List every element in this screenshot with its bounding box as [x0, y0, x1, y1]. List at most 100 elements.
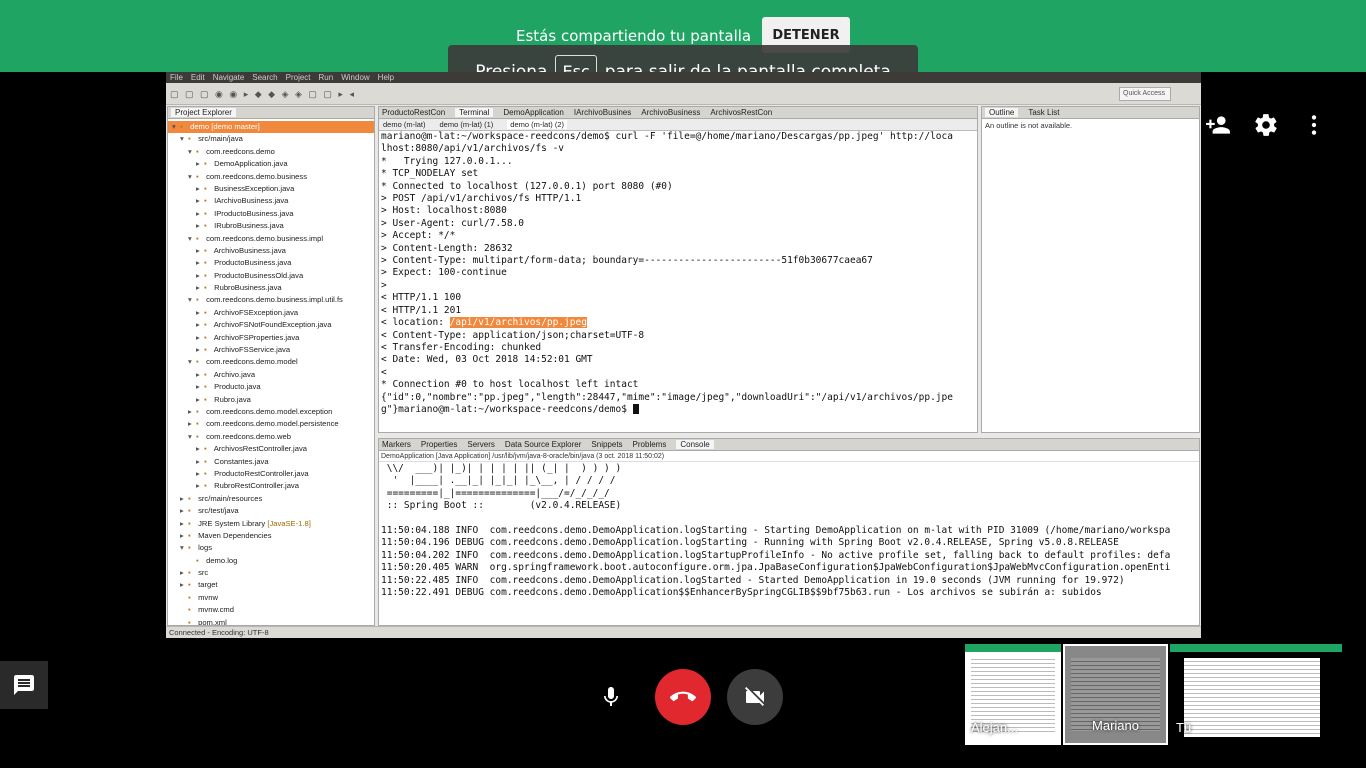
tree-item[interactable]: ▸ ▪ BusinessException.java: [168, 183, 374, 195]
tree-item[interactable]: ▸ ▪ Maven Dependencies: [168, 530, 374, 542]
expand-toggle-icon[interactable]: ▸: [196, 369, 204, 381]
tree-item[interactable]: ▪ mvnw: [168, 592, 374, 604]
expand-toggle-icon[interactable]: ▸: [196, 394, 204, 406]
expand-toggle-icon[interactable]: ▾: [188, 233, 196, 245]
expand-toggle-icon[interactable]: ▸: [196, 443, 204, 455]
tree-item[interactable]: ▸ ▪ ProductoRestController.java: [168, 468, 374, 480]
participant-tile-you[interactable]: Tú: [1170, 644, 1342, 745]
tree-item[interactable]: ▸ ▪ src/main/resources: [168, 493, 374, 505]
expand-toggle-icon[interactable]: ▸: [196, 220, 204, 232]
tree-item[interactable]: ▾ ▪ com.reedcons.demo.business: [168, 171, 374, 183]
expand-toggle-icon[interactable]: ▸: [180, 530, 188, 542]
tree-item[interactable]: ▸ ▪ src/test/java: [168, 505, 374, 517]
more-options-icon[interactable]: [1301, 112, 1327, 138]
tree-item[interactable]: ▾ ▪ com.reedcons.demo: [168, 146, 374, 158]
expand-toggle-icon[interactable]: ▾: [188, 356, 196, 368]
editor-tab[interactable]: IArchivoBusines: [574, 108, 631, 117]
tree-item[interactable]: ▸ ▪ ArchivoFSProperties.java: [168, 332, 374, 344]
add-person-icon[interactable]: [1205, 112, 1231, 138]
editor-tab[interactable]: ProductoRestCon: [382, 108, 445, 117]
end-call-button[interactable]: [655, 669, 711, 725]
menu-item[interactable]: Help: [378, 73, 394, 82]
console-tab[interactable]: Properties: [421, 440, 457, 449]
console-tab[interactable]: Data Source Explorer: [505, 440, 581, 449]
console-tab[interactable]: Problems: [633, 440, 667, 449]
tree-item[interactable]: ▸ ▪ Producto.java: [168, 381, 374, 393]
chat-button[interactable]: [0, 661, 48, 709]
terminal-tab[interactable]: demo (m-lat) (2): [507, 120, 568, 129]
menu-item[interactable]: Search: [252, 73, 277, 82]
console-tab[interactable]: Markers: [382, 440, 411, 449]
settings-gear-icon[interactable]: [1253, 112, 1279, 138]
terminal-tab[interactable]: demo (m-lat) (1): [440, 120, 494, 129]
tree-item[interactable]: ▾ ▪ logs: [168, 542, 374, 554]
expand-toggle-icon[interactable]: ▸: [180, 579, 188, 591]
expand-toggle-icon[interactable]: ▸: [196, 270, 204, 282]
tree-item[interactable]: ▸ ▪ com.reedcons.demo.model.persistence: [168, 418, 374, 430]
participant-tile-mariano[interactable]: Mariano: [1063, 644, 1168, 745]
tree-item[interactable]: ▸ ▪ ArchivosRestController.java: [168, 443, 374, 455]
camera-button[interactable]: [727, 669, 783, 725]
tree-item[interactable]: ▾ ▪ src/main/java: [168, 133, 374, 145]
editor-tab[interactable]: DemoApplication: [503, 108, 563, 117]
expand-toggle-icon[interactable]: ▸: [180, 505, 188, 517]
expand-toggle-icon[interactable]: ▾: [188, 294, 196, 306]
tree-item[interactable]: ▸ ▪ DemoApplication.java: [168, 158, 374, 170]
tree-item[interactable]: ▸ ▪ IProductoBusiness.java: [168, 208, 374, 220]
tree-item[interactable]: ▸ ▪ target: [168, 579, 374, 591]
tree-item[interactable]: ▸ ▪ ArchivoFSNotFoundException.java: [168, 319, 374, 331]
expand-toggle-icon[interactable]: ▸: [196, 245, 204, 257]
tree-item[interactable]: ▸ ▪ src: [168, 567, 374, 579]
console-tab[interactable]: Console: [676, 440, 714, 449]
expand-toggle-icon[interactable]: ▾: [188, 146, 196, 158]
editor-tab[interactable]: ArchivoBusiness: [641, 108, 700, 117]
tree-item[interactable]: ▸ ▪ ProductoBusinessOld.java: [168, 270, 374, 282]
expand-toggle-icon[interactable]: ▸: [188, 406, 196, 418]
editor-tab[interactable]: Terminal: [455, 108, 494, 117]
menu-item[interactable]: Window: [341, 73, 369, 82]
expand-toggle-icon[interactable]: ▾: [172, 121, 180, 133]
menu-item[interactable]: Navigate: [213, 73, 245, 82]
expand-toggle-icon[interactable]: ▾: [188, 171, 196, 183]
expand-toggle-icon[interactable]: ▸: [196, 456, 204, 468]
tree-item[interactable]: ▾ ▪ com.reedcons.demo.web: [168, 431, 374, 443]
expand-toggle-icon[interactable]: ▸: [196, 195, 204, 207]
tree-item[interactable]: ▸ ▪ Archivo.java: [168, 369, 374, 381]
terminal-tab[interactable]: demo (m-lat): [383, 120, 426, 129]
tree-item[interactable]: ▾ ▪ demo [demo master]: [168, 121, 374, 134]
expand-toggle-icon[interactable]: ▸: [180, 518, 188, 530]
microphone-button[interactable]: [583, 669, 639, 725]
tree-item[interactable]: ▸ ▪ RubroRestController.java: [168, 480, 374, 492]
expand-toggle-icon[interactable]: ▸: [196, 480, 204, 492]
outline-tab[interactable]: Task List: [1028, 108, 1059, 117]
expand-toggle-icon[interactable]: ▸: [196, 332, 204, 344]
tree-item[interactable]: ▾ ▪ com.reedcons.demo.business.impl.util.…: [168, 294, 374, 306]
expand-toggle-icon[interactable]: ▸: [196, 307, 204, 319]
expand-toggle-icon[interactable]: ▸: [180, 493, 188, 505]
tree-item[interactable]: ▸ ▪ JRE System Library [JavaSE-1.8]: [168, 518, 374, 530]
tree-item[interactable]: ▾ ▪ com.reedcons.demo.business.impl: [168, 233, 374, 245]
expand-toggle-icon[interactable]: ▸: [196, 344, 204, 356]
expand-toggle-icon[interactable]: ▸: [196, 468, 204, 480]
tree-item[interactable]: ▾ ▪ com.reedcons.demo.model: [168, 356, 374, 368]
editor-tab[interactable]: ArchivosRestCon: [710, 108, 772, 117]
tree-item[interactable]: ▸ ▪ ArchivoFSException.java: [168, 307, 374, 319]
expand-toggle-icon[interactable]: ▸: [196, 158, 204, 170]
expand-toggle-icon[interactable]: ▾: [180, 133, 188, 145]
expand-toggle-icon[interactable]: ▸: [196, 282, 204, 294]
expand-toggle-icon[interactable]: ▸: [180, 567, 188, 579]
expand-toggle-icon[interactable]: ▾: [188, 431, 196, 443]
tree-item[interactable]: ▸ ▪ Rubro.java: [168, 394, 374, 406]
tree-item[interactable]: ▸ ▪ ProductoBusiness.java: [168, 257, 374, 269]
menu-item[interactable]: Edit: [191, 73, 205, 82]
tree-item[interactable]: ▪ demo.log: [168, 555, 374, 567]
outline-tab[interactable]: Outline: [985, 108, 1019, 117]
tree-item[interactable]: ▪ mvnw.cmd: [168, 604, 374, 616]
menu-item[interactable]: Project: [286, 73, 311, 82]
tree-item[interactable]: ▸ ▪ IRubroBusiness.java: [168, 220, 374, 232]
participant-tile-alejan[interactable]: Alejan...: [965, 644, 1061, 745]
tree-item[interactable]: ▸ ▪ Constantes.java: [168, 456, 374, 468]
expand-toggle-icon[interactable]: ▸: [188, 418, 196, 430]
console-tab[interactable]: Snippets: [591, 440, 622, 449]
tree-item[interactable]: ▸ ▪ RubroBusiness.java: [168, 282, 374, 294]
